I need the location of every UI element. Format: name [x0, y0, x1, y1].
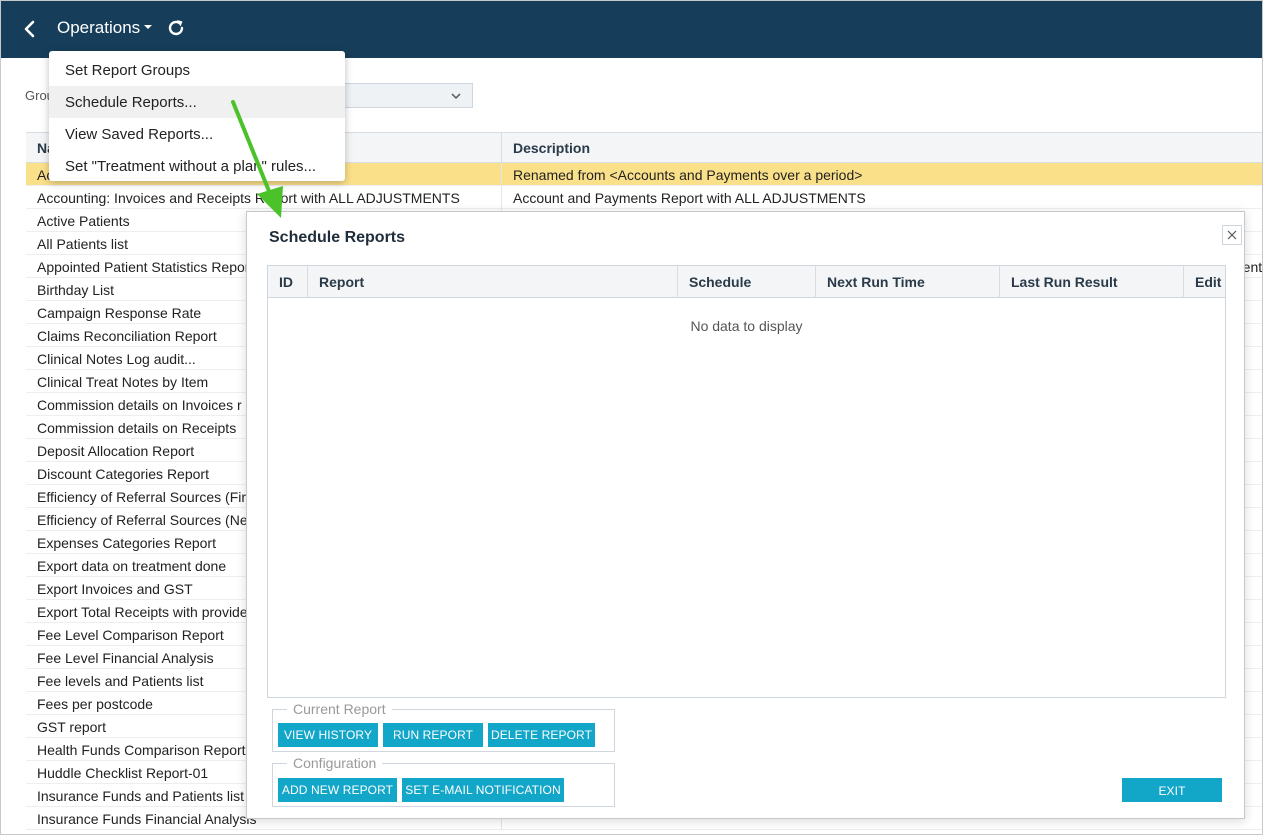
refresh-button[interactable]	[165, 17, 187, 39]
column-divider	[501, 163, 502, 186]
run-report-button[interactable]: RUN REPORT	[383, 723, 483, 747]
menu-item-view-saved-reports[interactable]: View Saved Reports...	[49, 118, 345, 150]
menu-item-set-report-groups[interactable]: Set Report Groups	[49, 54, 345, 86]
chevron-left-icon	[24, 20, 35, 38]
operations-dropdown-menu: Set Report Groups Schedule Reports... Vi…	[49, 51, 345, 181]
column-divider	[501, 133, 502, 163]
add-new-report-button[interactable]: ADD NEW REPORT	[278, 778, 397, 802]
report-name-cell: Discount Categories Report	[37, 466, 209, 482]
report-name-cell: Campaign Response Rate	[37, 305, 202, 321]
refresh-icon	[168, 20, 184, 36]
close-button[interactable]	[1222, 225, 1242, 245]
configuration-group: Configuration ADD NEW REPORT SET E-MAIL …	[272, 755, 615, 807]
column-header-description[interactable]: Description	[513, 140, 590, 156]
report-name-cell: Fee Level Financial Analysis	[37, 650, 214, 666]
grid-header-last-run-result[interactable]: Last Run Result	[1000, 266, 1184, 298]
report-description-cell: Renamed from <Accounts and Payments over…	[513, 167, 863, 183]
operations-menu[interactable]: Operations	[57, 18, 140, 38]
report-name-cell: Insurance Funds and Patients list	[37, 788, 245, 804]
current-report-legend: Current Report	[287, 701, 392, 717]
grid-header-report[interactable]: Report	[308, 266, 678, 298]
report-name-cell: Fee Level Comparison Report	[37, 627, 224, 643]
schedule-reports-dialog: Schedule Reports ID Report Schedule Next…	[246, 211, 1245, 819]
schedule-grid-header: ID Report Schedule Next Run Time Last Ru…	[268, 266, 1225, 298]
delete-report-button[interactable]: DELETE REPORT	[488, 723, 595, 747]
close-icon	[1227, 230, 1237, 240]
report-name-cell: GST report	[37, 719, 106, 735]
configuration-legend: Configuration	[287, 755, 383, 771]
report-name-cell: Huddle Checklist Report-01	[37, 765, 209, 781]
report-name-cell: Clinical Treat Notes by Item	[37, 374, 209, 390]
menu-item-schedule-reports[interactable]: Schedule Reports...	[49, 86, 345, 118]
report-name-cell: Export data on treatment done	[37, 558, 227, 574]
report-name-cell: Appointed Patient Statistics Report	[37, 259, 254, 275]
grid-header-id[interactable]: ID	[268, 266, 308, 298]
dialog-title: Schedule Reports	[269, 229, 406, 246]
report-name-cell: Export Invoices and GST	[37, 581, 193, 597]
report-name-cell: Efficiency of Referral Sources (Fir	[37, 489, 247, 505]
report-name-cell: Insurance Funds Financial Analysis	[37, 811, 257, 827]
report-name-cell: Clinical Notes Log audit...	[37, 351, 196, 367]
report-name-cell: All Patients list	[37, 236, 129, 252]
exit-button[interactable]: EXIT	[1122, 778, 1222, 802]
caret-down-icon[interactable]	[142, 21, 154, 33]
empty-state-text: No data to display	[690, 318, 803, 334]
report-name-cell: Commission details on Receipts	[37, 420, 237, 436]
current-report-group: Current Report VIEW HISTORY RUN REPORT D…	[272, 701, 615, 752]
grid-header-schedule[interactable]: Schedule	[678, 266, 816, 298]
report-name-cell: Accounting: Invoices and Receipts Report…	[37, 190, 460, 206]
column-divider	[501, 186, 502, 209]
menu-item-treatment-rules[interactable]: Set "Treatment without a plan" rules...	[49, 150, 345, 182]
grid-header-next-run-time[interactable]: Next Run Time	[816, 266, 1000, 298]
report-name-cell: Claims Reconciliation Report	[37, 328, 217, 344]
top-bar: Operations	[1, 1, 1262, 58]
report-name-cell: Fees per postcode	[37, 696, 153, 712]
report-name-cell: Fee levels and Patients list	[37, 673, 204, 689]
back-button[interactable]	[19, 17, 41, 41]
group-select[interactable]	[331, 83, 473, 108]
chevron-down-icon	[451, 93, 461, 100]
schedule-grid: ID Report Schedule Next Run Time Last Ru…	[267, 265, 1226, 698]
report-name-cell: Commission details on Invoices r	[37, 397, 242, 413]
set-email-notification-button[interactable]: SET E-MAIL NOTIFICATION	[402, 778, 564, 802]
grid-header-edit[interactable]: Edit	[1184, 266, 1225, 298]
app-window: Operations Grou Na Description Ac Renamed…	[0, 0, 1263, 835]
report-name-cell: Deposit Allocation Report	[37, 443, 195, 459]
view-history-button[interactable]: VIEW HISTORY	[278, 723, 378, 747]
report-name-cell: Birthday List	[37, 282, 115, 298]
table-row[interactable]: Accounting: Invoices and Receipts Report…	[26, 186, 1262, 209]
report-name-cell: Active Patients	[37, 213, 130, 229]
report-name-cell: Health Funds Comparison Report	[37, 742, 246, 758]
report-description-cell: Account and Payments Report with ALL ADJ…	[513, 190, 866, 206]
report-name-cell: Efficiency of Referral Sources (Ne	[37, 512, 248, 528]
report-name-cell: Export Total Receipts with provide	[37, 604, 248, 620]
report-name-cell: Expenses Categories Report	[37, 535, 216, 551]
